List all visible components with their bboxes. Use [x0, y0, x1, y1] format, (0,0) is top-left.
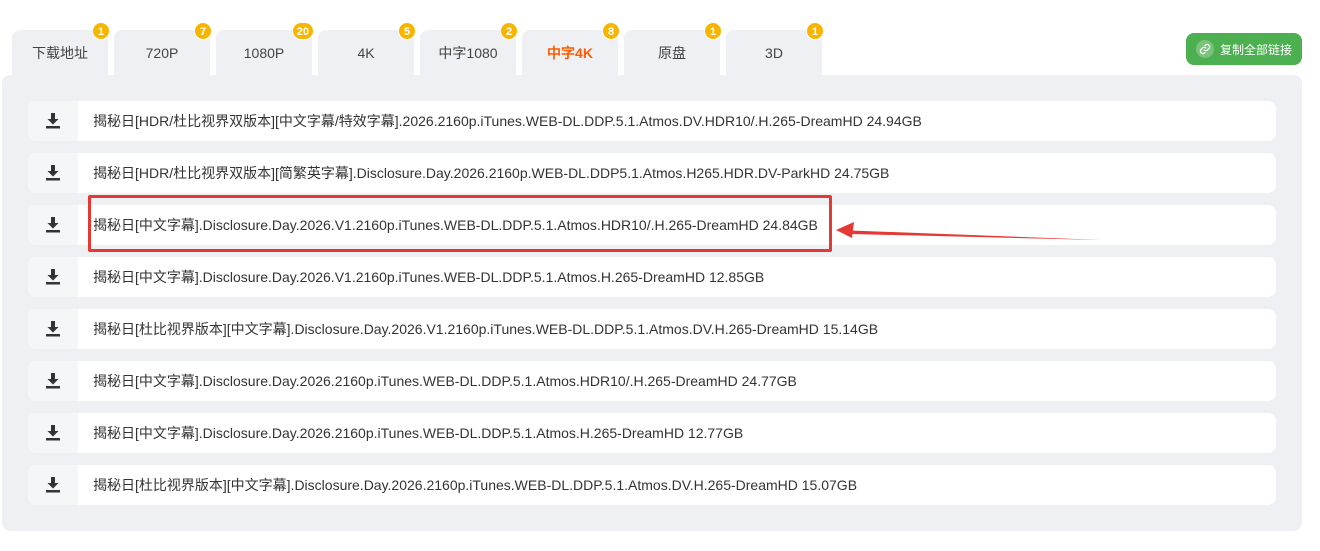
tab-download-links[interactable]: 下载地址 1: [12, 22, 110, 76]
download-list-panel: [2, 75, 1302, 531]
download-button[interactable]: [28, 257, 78, 297]
count-badge: 1: [92, 22, 110, 40]
count-badge: 7: [194, 22, 212, 40]
count-badge: 1: [704, 22, 722, 40]
file-name[interactable]: 揭秘日[中文字幕].Disclosure.Day.2026.2160p.iTun…: [93, 371, 797, 391]
list-item: 揭秘日[杜比视界版本][中文字幕].Disclosure.Day.2026.21…: [28, 465, 1276, 505]
count-badge: 1: [806, 22, 824, 40]
file-name[interactable]: 揭秘日[杜比视界版本][中文字幕].Disclosure.Day.2026.21…: [93, 475, 857, 495]
download-icon: [46, 165, 60, 181]
tab-4k[interactable]: 4K 5: [318, 22, 416, 76]
tab-3d[interactable]: 3D 1: [726, 22, 824, 76]
list-item: 揭秘日[杜比视界版本][中文字幕].Disclosure.Day.2026.V1…: [28, 309, 1276, 349]
download-icon: [46, 373, 60, 389]
download-button[interactable]: [28, 101, 78, 141]
tab-label: 原盘: [658, 45, 686, 61]
link-icon: [1195, 40, 1214, 58]
download-button[interactable]: [28, 361, 78, 401]
tab-original-disc[interactable]: 原盘 1: [624, 22, 722, 76]
list-item: 揭秘日[中文字幕].Disclosure.Day.2026.V1.2160p.i…: [28, 257, 1276, 297]
count-badge: 5: [398, 22, 416, 40]
download-icon: [46, 477, 60, 493]
tab-720p[interactable]: 720P 7: [114, 22, 212, 76]
tab-bar: 下载地址 1 720P 7 1080P 20 4K 5 中字1080 2 中字4…: [12, 20, 832, 76]
list-item: 揭秘日[中文字幕].Disclosure.Day.2026.2160p.iTun…: [28, 413, 1276, 453]
tab-label: 4K: [357, 45, 375, 61]
count-badge: 2: [500, 22, 518, 40]
file-name[interactable]: 揭秘日[HDR/杜比视界双版本][中文字幕/特效字幕].2026.2160p.i…: [93, 111, 922, 131]
file-name[interactable]: 揭秘日[中文字幕].Disclosure.Day.2026.2160p.iTun…: [93, 423, 743, 443]
download-button[interactable]: [28, 465, 78, 505]
download-icon: [46, 321, 60, 337]
tab-chinese-1080[interactable]: 中字1080 2: [420, 22, 518, 76]
tab-label: 3D: [765, 45, 783, 61]
download-button[interactable]: [28, 413, 78, 453]
download-button[interactable]: [28, 205, 78, 245]
count-badge: 20: [291, 22, 314, 40]
file-name[interactable]: 揭秘日[中文字幕].Disclosure.Day.2026.V1.2160p.i…: [93, 215, 818, 235]
list-item: 揭秘日[中文字幕].Disclosure.Day.2026.V1.2160p.i…: [28, 205, 1276, 245]
tab-chinese-4k[interactable]: 中字4K 8: [522, 22, 620, 76]
count-badge: 8: [602, 22, 620, 40]
list-item: 揭秘日[中文字幕].Disclosure.Day.2026.2160p.iTun…: [28, 361, 1276, 401]
copy-all-label: 复制全部链接: [1219, 42, 1292, 57]
download-icon: [46, 217, 60, 233]
file-name[interactable]: 揭秘日[HDR/杜比视界双版本][简繁英字幕].Disclosure.Day.2…: [93, 163, 889, 183]
file-name[interactable]: 揭秘日[杜比视界版本][中文字幕].Disclosure.Day.2026.V1…: [93, 319, 878, 339]
tab-label: 中字4K: [547, 45, 593, 61]
copy-all-links-button[interactable]: 复制全部链接: [1186, 33, 1302, 65]
tab-label: 720P: [145, 45, 179, 61]
download-button[interactable]: [28, 309, 78, 349]
download-icon: [46, 425, 60, 441]
list-item: 揭秘日[HDR/杜比视界双版本][简繁英字幕].Disclosure.Day.2…: [28, 153, 1276, 193]
tab-label: 下载地址: [32, 45, 88, 61]
download-icon: [46, 113, 60, 129]
tab-1080p[interactable]: 1080P 20: [216, 22, 314, 76]
tab-label: 1080P: [243, 45, 285, 61]
file-name[interactable]: 揭秘日[中文字幕].Disclosure.Day.2026.V1.2160p.i…: [93, 267, 764, 287]
list-item: 揭秘日[HDR/杜比视界双版本][中文字幕/特效字幕].2026.2160p.i…: [28, 101, 1276, 141]
tab-label: 中字1080: [438, 45, 498, 61]
download-icon: [46, 269, 60, 285]
download-button[interactable]: [28, 153, 78, 193]
